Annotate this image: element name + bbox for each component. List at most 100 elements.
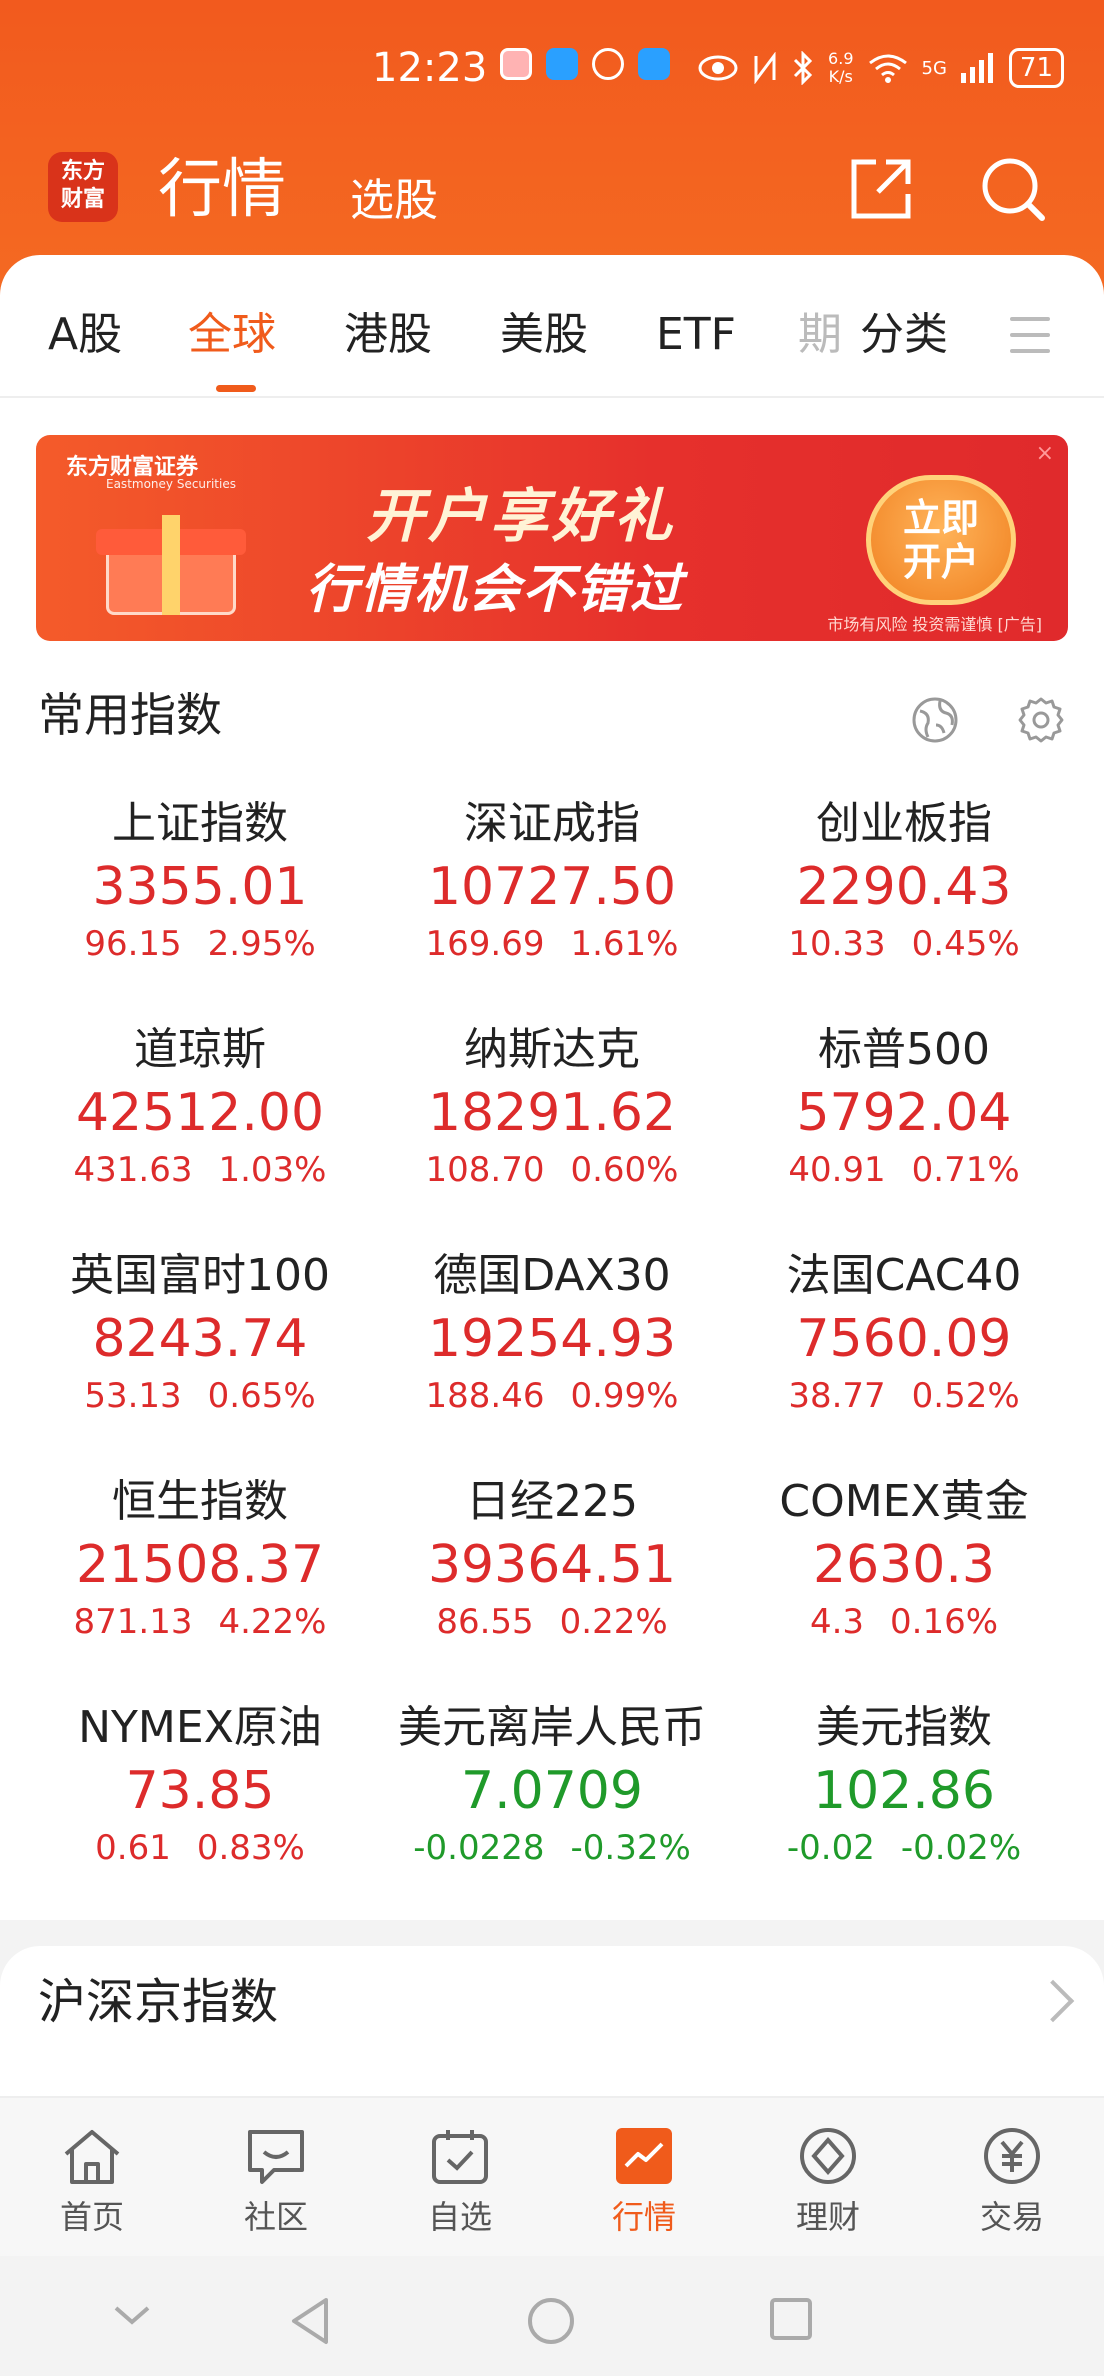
share-icon[interactable]	[846, 154, 916, 224]
index-card[interactable]: 日经225 39364.51 86.55 0.22%	[376, 1473, 728, 1673]
tab-a-shares[interactable]: A股	[48, 305, 122, 365]
index-change: 10.33	[788, 924, 886, 964]
index-name: 恒生指数	[112, 1476, 288, 1527]
community-icon	[248, 2130, 304, 2184]
index-card[interactable]: 英国富时100 8243.74 53.13 0.65%	[24, 1247, 376, 1447]
index-card[interactable]: 恒生指数 21508.37 871.13 4.22%	[24, 1473, 376, 1673]
index-price: 2630.3	[813, 1535, 995, 1595]
tab-futures[interactable]: 期	[798, 305, 842, 365]
index-card[interactable]: 道琼斯 42512.00 431.63 1.03%	[24, 1021, 376, 1221]
banner-disclaimer: 市场有风险 投资需谨慎 [广告]	[827, 615, 1042, 634]
index-name: 法国CAC40	[786, 1250, 1022, 1301]
status-bar: 12:23 6.9 K/s 5G 71	[0, 40, 1104, 100]
search-icon[interactable]	[978, 154, 1048, 224]
index-card[interactable]: 美元离岸人民币 7.0709 -0.0228 -0.32%	[376, 1699, 728, 1899]
index-price: 39364.51	[427, 1535, 677, 1595]
home-icon	[64, 2130, 120, 2184]
index-card[interactable]: 纳斯达克 18291.62 108.70 0.60%	[376, 1021, 728, 1221]
index-change-row: 871.13 4.22%	[24, 1599, 376, 1645]
index-card[interactable]: 创业板指 2290.43 10.33 0.45%	[728, 795, 1080, 995]
nav-trade[interactable]: 交易	[942, 2126, 1082, 2240]
index-card[interactable]: 法国CAC40 7560.09 38.77 0.52%	[728, 1247, 1080, 1447]
index-card[interactable]: NYMEX原油 73.85 0.61 0.83%	[24, 1699, 376, 1899]
tab-us-stocks[interactable]: 美股	[500, 305, 588, 365]
index-change: 53.13	[84, 1376, 182, 1416]
index-change: 431.63	[73, 1150, 193, 1190]
tab-hk-stocks[interactable]: 港股	[344, 305, 432, 365]
index-change-row: -0.02 -0.02%	[728, 1825, 1080, 1871]
system-status-icons: 6.9 K/s 5G 71	[698, 48, 1064, 88]
nav-watchlist[interactable]: 自选	[390, 2126, 530, 2240]
globe-icon[interactable]	[910, 695, 960, 745]
banner-subheadline: 行情机会不错过	[306, 560, 685, 620]
wifi-icon	[868, 54, 907, 83]
section-divider	[0, 1920, 1104, 1946]
nav-wealth[interactable]: 理财	[758, 2126, 898, 2240]
index-name: 日经225	[466, 1476, 638, 1527]
shsz-indices-title: 沪深京指数	[38, 1974, 279, 2030]
back-icon[interactable]	[288, 2296, 332, 2346]
index-price: 102.86	[813, 1761, 995, 1821]
index-change: 188.46	[425, 1376, 545, 1416]
index-name: 上证指数	[112, 798, 288, 849]
index-card[interactable]: COMEX黄金 2630.3 4.3 0.16%	[728, 1473, 1080, 1673]
index-change-pct: 0.45%	[911, 924, 1020, 964]
promo-banner[interactable]: 东方财富证券 Eastmoney Securities 开户享好礼 行情机会不错…	[36, 435, 1068, 641]
index-card[interactable]: 美元指数 102.86 -0.02 -0.02%	[728, 1699, 1080, 1899]
index-name: 深证成指	[464, 798, 640, 849]
chevron-down-icon[interactable]	[110, 2296, 154, 2336]
network-type: 5G	[921, 57, 947, 79]
index-price: 3355.01	[92, 857, 308, 917]
menu-icon[interactable]	[1010, 317, 1050, 353]
index-name: 道琼斯	[134, 1024, 266, 1075]
nav-market[interactable]: 行情	[574, 2126, 714, 2240]
recents-icon[interactable]	[768, 2296, 814, 2342]
index-change-pct: -0.32%	[570, 1828, 691, 1868]
shsz-indices-row[interactable]: 沪深京指数	[0, 1946, 1104, 2096]
index-card[interactable]: 深证成指 10727.50 169.69 1.61%	[376, 795, 728, 995]
system-nav-bar	[0, 2256, 1104, 2376]
index-card[interactable]: 德国DAX30 19254.93 188.46 0.99%	[376, 1247, 728, 1447]
content-panel: A股 全球 港股 美股 ETF 期 分类 东方财富证券 Eastmoney Se…	[0, 255, 1104, 1946]
index-change: 86.55	[436, 1602, 534, 1642]
mail-app-icon	[500, 48, 532, 80]
net-speed: 6.9 K/s	[828, 49, 854, 86]
signal-icon	[960, 53, 993, 83]
weather-app-icon	[638, 48, 670, 80]
index-change-pct: 0.99%	[570, 1376, 679, 1416]
index-price: 7560.09	[796, 1309, 1012, 1369]
index-change: 871.13	[73, 1602, 193, 1642]
index-change: 4.3	[809, 1602, 865, 1642]
nav-watchlist-label: 自选	[427, 2198, 492, 2236]
tab-etf[interactable]: ETF	[656, 305, 736, 365]
settings-gear-icon[interactable]	[1016, 695, 1066, 745]
index-change-row: 0.61 0.83%	[24, 1825, 376, 1871]
index-change: 38.77	[788, 1376, 886, 1416]
banner-close-icon[interactable]: ×	[1036, 441, 1054, 466]
index-change: -0.0228	[413, 1828, 545, 1868]
tab-categories[interactable]: 分类	[860, 305, 948, 365]
tab-global[interactable]: 全球	[188, 305, 276, 365]
index-change-pct: 0.22%	[559, 1602, 668, 1642]
index-name: 美元指数	[816, 1702, 992, 1753]
battery-level: 71	[1008, 48, 1064, 88]
nav-community-label: 社区	[243, 2198, 308, 2236]
open-account-button[interactable]: 立即 开户	[866, 475, 1016, 605]
stock-picker-link[interactable]: 选股	[350, 166, 438, 236]
app-header: 东方 财富 行情 选股	[0, 140, 1104, 250]
nav-wealth-label: 理财	[795, 2198, 860, 2236]
index-change-pct: 1.61%	[570, 924, 679, 964]
app-logo[interactable]: 东方 财富	[48, 152, 118, 222]
index-price: 7.0709	[461, 1761, 643, 1821]
index-price: 18291.62	[427, 1083, 677, 1143]
home-button-icon[interactable]	[526, 2296, 576, 2346]
market-icon	[616, 2128, 672, 2184]
index-price: 10727.50	[427, 857, 677, 917]
nfc-icon	[754, 52, 776, 84]
index-card[interactable]: 标普500 5792.04 40.91 0.71%	[728, 1021, 1080, 1221]
index-change-row: 4.3 0.16%	[728, 1599, 1080, 1645]
index-card[interactable]: 上证指数 3355.01 96.15 2.95%	[24, 795, 376, 995]
index-change-row: 40.91 0.71%	[728, 1147, 1080, 1193]
nav-community[interactable]: 社区	[206, 2126, 346, 2240]
nav-home[interactable]: 首页	[22, 2126, 162, 2240]
